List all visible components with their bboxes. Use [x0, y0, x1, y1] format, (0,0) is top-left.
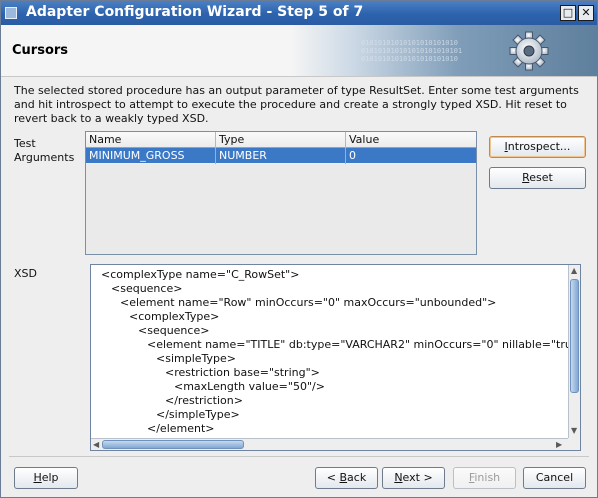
xsd-line: </element> — [147, 422, 215, 435]
horizontal-scroll-thumb[interactable] — [102, 440, 244, 449]
xsd-line: <element name="TITLE" db:type="VARCHAR2"… — [147, 338, 581, 351]
xsd-line: <sequence> — [138, 324, 210, 337]
cell-name[interactable]: MINIMUM_GROSS — [86, 148, 216, 164]
window-menu-icon[interactable] — [5, 7, 17, 19]
xsd-text-area[interactable]: <complexType name="C_RowSet"> <sequence>… — [90, 264, 581, 451]
test-arguments-label-line2: Arguments — [14, 151, 75, 164]
back-label-rest: ack — [347, 471, 367, 484]
vertical-scroll-thumb[interactable] — [570, 279, 579, 393]
xsd-line: <restriction base="string"> — [165, 366, 320, 379]
reset-button[interactable]: Reset — [489, 167, 586, 189]
next-mnemonic: N — [394, 471, 403, 484]
back-mnemonic: B — [339, 471, 348, 484]
scroll-down-icon[interactable]: ▼ — [571, 427, 577, 435]
step-header: Cursors 01010101010101010101010 01010101… — [1, 25, 597, 77]
xsd-horizontal-scrollbar[interactable]: ◀ ▶ — [91, 438, 568, 450]
xsd-line: <simpleType> — [156, 352, 237, 365]
xsd-line: </simpleType> — [156, 408, 240, 421]
column-header-value[interactable]: Value — [346, 132, 476, 148]
step-title: Cursors — [12, 43, 69, 58]
back-label-prefix: < — [326, 471, 340, 484]
xsd-line: <complexType name="C_RowSet"> — [101, 268, 300, 281]
banner-binary-text: 01010101010101010101010 0101010101010101… — [361, 39, 463, 63]
column-header-name[interactable]: Name — [86, 132, 216, 148]
gear-icon — [506, 28, 552, 74]
xsd-label: XSD — [14, 267, 37, 280]
scroll-left-icon[interactable]: ◀ — [93, 441, 99, 449]
cell-value[interactable]: 0 — [346, 148, 476, 164]
close-button[interactable]: ✕ — [578, 5, 594, 21]
xsd-line: </restriction> — [165, 394, 243, 407]
help-button[interactable]: Help — [14, 467, 78, 489]
xsd-line: <element name="Row" minOccurs="0" maxOcc… — [120, 296, 497, 309]
restore-button[interactable]: □ — [560, 5, 576, 21]
finish-button[interactable]: Finish — [453, 467, 516, 489]
next-button[interactable]: Next > — [382, 467, 445, 489]
cancel-button[interactable]: Cancel — [523, 467, 586, 489]
xsd-vertical-scrollbar[interactable]: ▲ ▼ — [568, 265, 580, 439]
xsd-line: <maxLength value="50"/> — [174, 380, 325, 393]
test-arguments-label-line1: Test — [14, 137, 36, 150]
window-title: Adapter Configuration Wizard - Step 5 of… — [26, 4, 364, 20]
scroll-corner — [568, 438, 580, 450]
introspect-label-rest: ntrospect... — [507, 140, 571, 153]
reset-label-rest: eset — [529, 171, 553, 184]
help-mnemonic: H — [33, 471, 42, 484]
table-header: Name Type Value — [86, 132, 476, 148]
help-label-rest: elp — [41, 471, 59, 484]
footer-separator — [9, 456, 589, 457]
xsd-line: <sequence> — [111, 282, 183, 295]
title-bar[interactable]: Adapter Configuration Wizard - Step 5 of… — [1, 1, 597, 25]
description-text: The selected stored procedure has an out… — [14, 84, 579, 125]
cell-type[interactable]: NUMBER — [216, 148, 346, 164]
wizard-window: Adapter Configuration Wizard - Step 5 of… — [0, 0, 598, 498]
next-label-rest: ext > — [402, 471, 433, 484]
scroll-right-icon[interactable]: ▶ — [556, 441, 562, 449]
test-arguments-table[interactable]: Name Type Value MINIMUM_GROSS NUMBER 0 — [85, 131, 477, 255]
scroll-up-icon[interactable]: ▲ — [571, 267, 577, 275]
column-header-type[interactable]: Type — [216, 132, 346, 148]
xsd-line: <complexType> — [129, 310, 220, 323]
finish-label-rest: inish — [474, 471, 501, 484]
table-row[interactable]: MINIMUM_GROSS NUMBER 0 — [86, 148, 476, 164]
back-button[interactable]: < Back — [315, 467, 378, 489]
introspect-button[interactable]: Introspect... — [489, 136, 586, 158]
